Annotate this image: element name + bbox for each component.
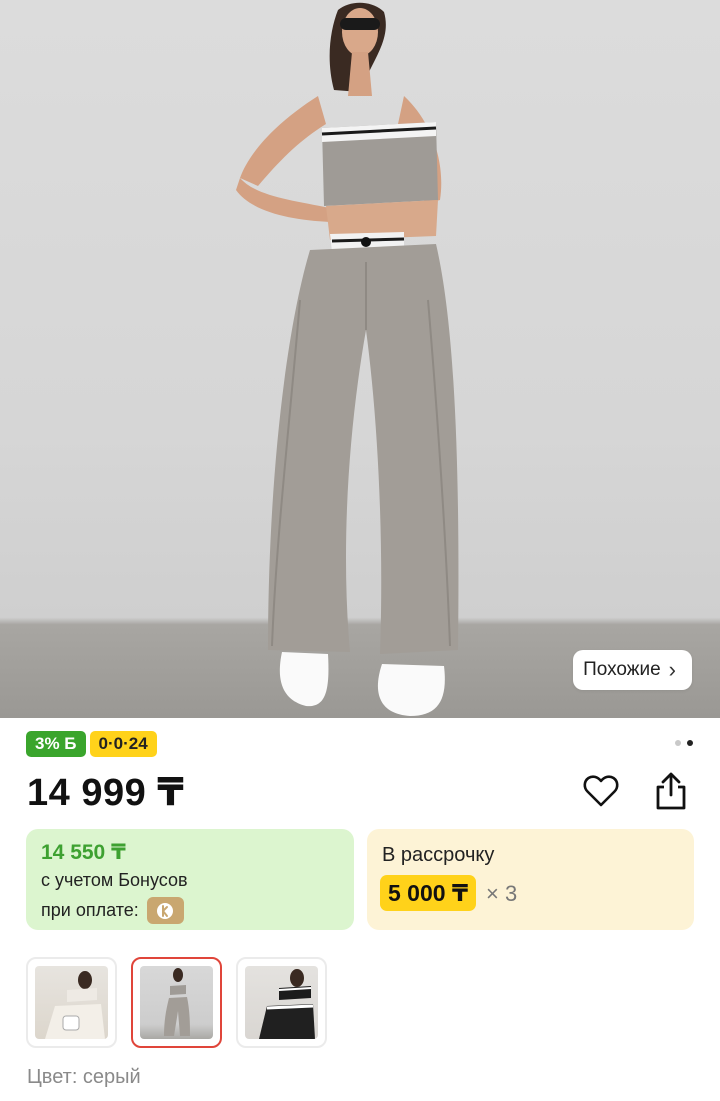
payment-method-icon xyxy=(146,897,184,924)
share-button[interactable] xyxy=(650,770,692,812)
variant-thumbnail[interactable] xyxy=(26,957,117,1048)
photo-pager xyxy=(675,740,693,746)
installment-amount: 5 000 ₸ xyxy=(380,875,476,911)
payment-caption: при оплате: xyxy=(41,900,139,920)
installment-multiplier: × 3 xyxy=(486,881,518,906)
product-price: 14 999 ₸ xyxy=(27,772,185,814)
payment-method-row: при оплате: xyxy=(41,897,184,924)
similar-button-label: Похожие xyxy=(583,659,661,680)
pager-dot[interactable] xyxy=(675,740,681,746)
heart-icon xyxy=(583,775,619,807)
color-variants xyxy=(26,957,327,1048)
installment-card[interactable]: В рассрочку 5 000 ₸ × 3 xyxy=(367,829,694,930)
promo-badges: 3% Б 0·0·24 xyxy=(26,731,157,757)
installment-title: В рассрочку xyxy=(382,844,495,866)
model-illustration xyxy=(236,2,459,716)
bonus-percent-badge: 3% Б xyxy=(26,731,86,757)
installment-badge: 0·0·24 xyxy=(89,731,157,757)
variant-thumbnail-selected[interactable] xyxy=(131,957,222,1048)
variant-thumbnail[interactable] xyxy=(236,957,327,1048)
pager-dot-active[interactable] xyxy=(687,740,693,746)
product-photo[interactable]: Похожие › xyxy=(0,0,720,718)
bonus-caption: с учетом Бонусов xyxy=(41,870,188,890)
variant-image xyxy=(140,966,213,1039)
variant-image xyxy=(245,966,318,1039)
chevron-right-icon: › xyxy=(668,657,676,682)
favorite-button[interactable] xyxy=(580,770,622,812)
bonus-price-card[interactable]: 14 550 ₸ с учетом Бонусов при оплате: xyxy=(26,829,354,930)
bonus-price: 14 550 ₸ xyxy=(41,841,126,864)
variant-image xyxy=(35,966,108,1039)
color-label: Цвет: серый xyxy=(27,1066,141,1088)
similar-button[interactable]: Похожие › xyxy=(573,650,692,690)
share-icon xyxy=(656,772,686,810)
